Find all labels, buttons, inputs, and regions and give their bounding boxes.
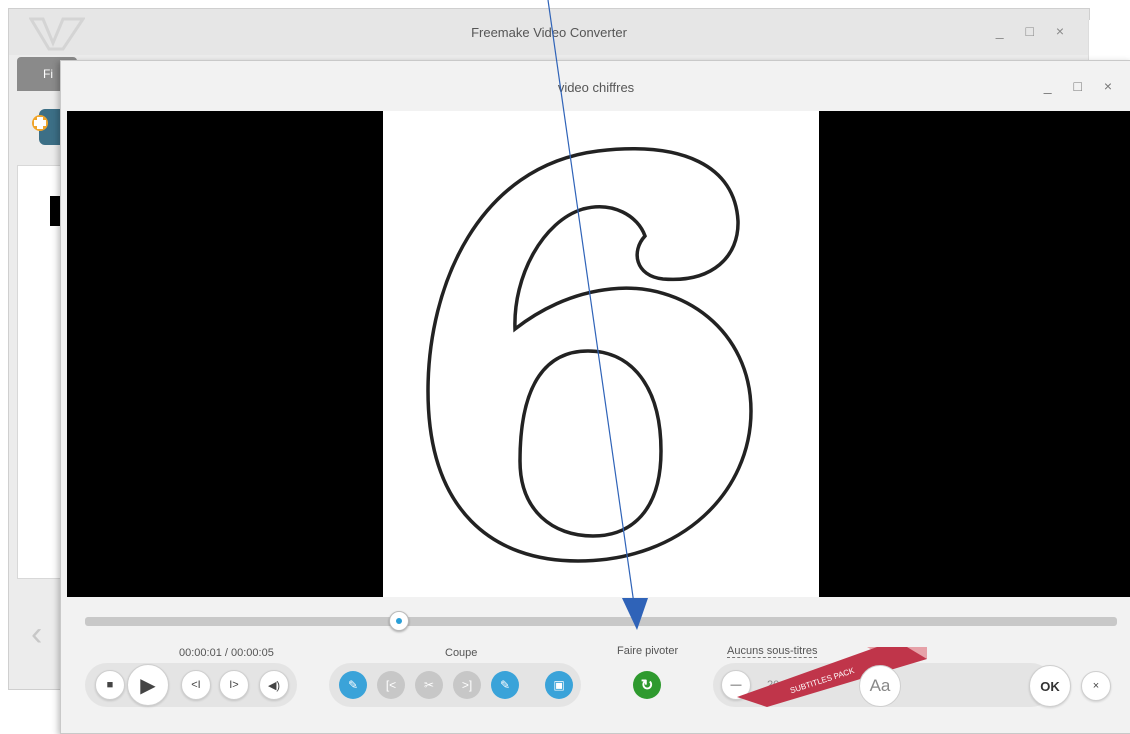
rotate-label: Faire pivoter [617, 645, 679, 657]
close-button[interactable]: × [1081, 671, 1111, 701]
next-frame-button[interactable]: I> [219, 670, 249, 700]
stop-button[interactable]: ■ [95, 670, 125, 700]
end-selection-icon[interactable]: ✎ [491, 671, 519, 699]
dialog-title: video chiffres [557, 80, 635, 95]
video-editor-dialog: video chiffres _ □ × 00:00:01 / 00:00:05… [60, 60, 1130, 734]
close-icon: × [1092, 680, 1100, 692]
time-display: 00:00:01 / 00:00:05 [179, 647, 274, 659]
background-window-edge [1088, 20, 1130, 61]
subtitle-font-button[interactable]: Aa [859, 665, 901, 707]
playback-controls: ■ ▶ <I I> ◀) [85, 663, 297, 707]
rotate-button[interactable]: ↻ [633, 671, 661, 699]
timeline-thumb[interactable] [389, 611, 409, 631]
ok-button[interactable]: OK [1029, 665, 1071, 707]
video-frame [383, 111, 819, 597]
next-frame-icon: I> [229, 679, 239, 691]
play-icon: ▶ [140, 674, 156, 697]
go-to-end-icon[interactable]: >] [453, 671, 481, 699]
main-titlebar: Freemake Video Converter _ □ × [9, 9, 1089, 55]
mark-selection-icon[interactable]: ✎ [339, 671, 367, 699]
play-button[interactable]: ▶ [127, 664, 169, 706]
dialog-window-controls[interactable]: _ □ × [1044, 78, 1121, 94]
chevron-left-icon[interactable]: ‹ [31, 615, 42, 654]
digit-six-image [426, 147, 753, 563]
cut-scissors-icon[interactable]: ✂ [415, 671, 443, 699]
previous-frame-icon: <I [191, 679, 201, 691]
video-preview [67, 111, 1130, 597]
cut-controls: ✎ [< ✂ >] ✎ ▣ [329, 663, 581, 707]
timeline-track[interactable] [85, 617, 1117, 626]
stop-icon: ■ [106, 679, 114, 691]
volume-icon: ◀) [267, 679, 281, 692]
go-to-start-icon[interactable]: [< [377, 671, 405, 699]
previous-frame-button[interactable]: <I [181, 670, 211, 700]
rotate-icon: ↻ [640, 677, 654, 694]
main-window-controls[interactable]: _ □ × [996, 23, 1073, 39]
main-window-title: Freemake Video Converter [471, 25, 627, 40]
cut-label: Coupe [445, 647, 478, 659]
volume-button[interactable]: ◀) [259, 670, 289, 700]
dialog-titlebar: video chiffres _ □ × [61, 61, 1130, 111]
preview-clip-icon[interactable]: ▣ [545, 671, 573, 699]
